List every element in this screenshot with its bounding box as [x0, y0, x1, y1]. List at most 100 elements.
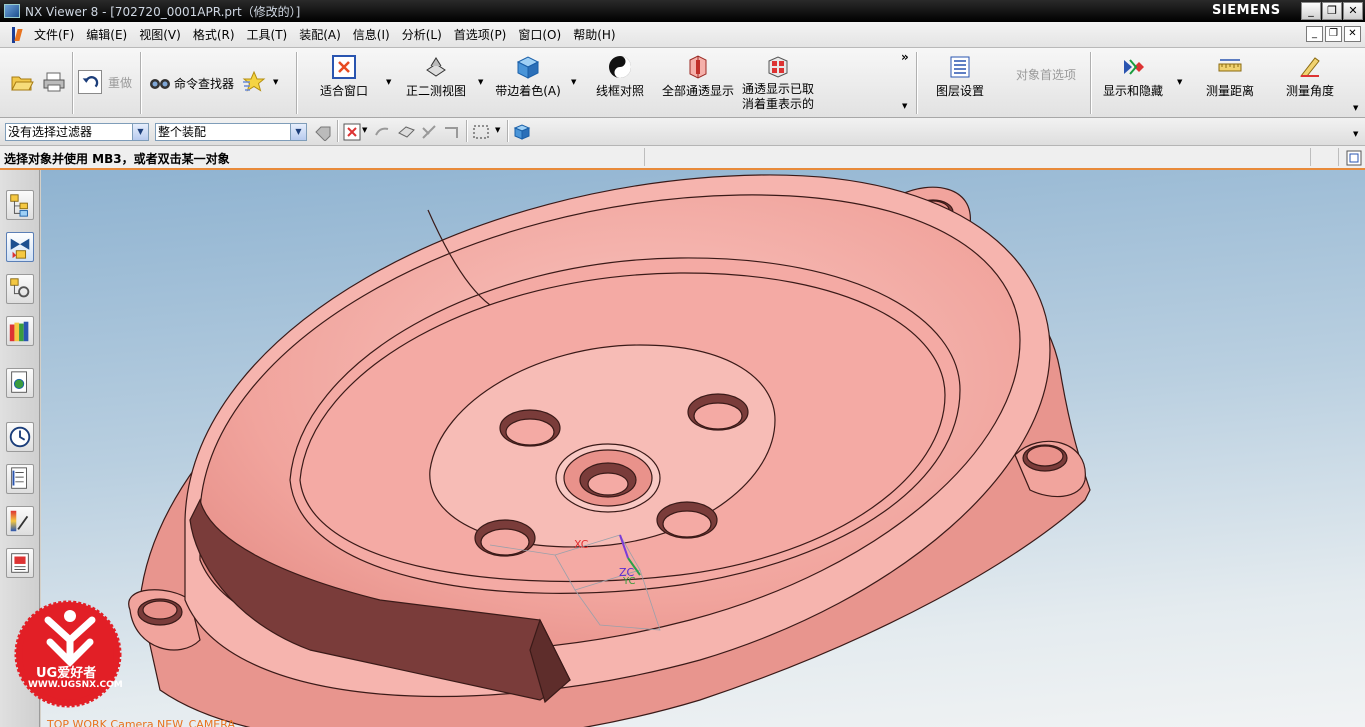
- watermark-text: UG爱好者: [36, 666, 97, 681]
- system-materials-tab[interactable]: [6, 464, 34, 494]
- menu-tools[interactable]: 工具(T): [241, 22, 294, 48]
- roles-tab[interactable]: [6, 548, 34, 578]
- see-thru-deemphasized-icon: [768, 56, 788, 78]
- show-hide-label: 显示和隐藏: [1102, 84, 1163, 98]
- curve-rule-icon[interactable]: [373, 123, 391, 141]
- measure-distance-button[interactable]: 测量距离: [1200, 50, 1260, 114]
- assembly-navigator-icon: [10, 194, 28, 217]
- menu-assembly[interactable]: 装配(A): [293, 22, 347, 48]
- menu-format[interactable]: 格式(R): [187, 22, 241, 48]
- history-tab[interactable]: [6, 422, 34, 452]
- doc-minimize-button[interactable]: _: [1306, 26, 1323, 42]
- undo-icon[interactable]: [78, 70, 102, 94]
- shaded-edges-button[interactable]: 带边着色(A): [492, 50, 564, 114]
- print-icon[interactable]: [42, 70, 66, 94]
- visualization-tab[interactable]: [6, 506, 34, 536]
- command-finder-label[interactable]: 命令查找器: [174, 75, 234, 92]
- menu-info[interactable]: 信息(I): [347, 22, 396, 48]
- siemens-logo: SIEMENS: [1212, 3, 1281, 18]
- menu-bar: 文件(F) 编辑(E) 视图(V) 格式(R) 工具(T) 装配(A) 信息(I…: [0, 22, 1365, 48]
- roles-icon: [11, 553, 29, 573]
- reuse-library-tab[interactable]: [6, 316, 34, 346]
- see-thru-deemphasized-button[interactable]: 通透显示已取 消着重表示的: [740, 50, 816, 114]
- trimetric-button[interactable]: 正二测视图: [402, 50, 470, 114]
- fit-label: 适合窗口: [319, 84, 368, 98]
- stop-at-intersection-icon[interactable]: [443, 123, 461, 141]
- wireframe-label: 线框对照: [595, 84, 644, 98]
- status-bar: 选择对象并使用 MB3，或者双击某一对象: [0, 146, 1365, 170]
- redo-label[interactable]: 重做: [108, 74, 132, 91]
- constraint-navigator-icon: [10, 238, 30, 259]
- part-navigator-tab[interactable]: [6, 274, 34, 304]
- chevron-down-icon[interactable]: ▼: [273, 78, 278, 86]
- show-hide-button[interactable]: 显示和隐藏: [1100, 50, 1166, 114]
- layer-settings-button[interactable]: 图层设置: [930, 50, 990, 114]
- object-preferences-button[interactable]: 对象首选项: [1010, 50, 1082, 114]
- measure-distance-label: 测量距离: [1205, 84, 1254, 98]
- fit-window-icon: [332, 55, 356, 79]
- clock-icon: [9, 426, 31, 448]
- color-ramp-icon: [10, 510, 29, 532]
- window-title: NX Viewer 8 - [702720_0001APR.prt（修改的）]: [25, 4, 301, 19]
- ugsnx-watermark-logo: UG爱好者 WWW.UGSNX.COM: [10, 598, 130, 708]
- selection-filter-dropdown[interactable]: 没有选择过滤器 ▼: [5, 123, 149, 141]
- minimize-button[interactable]: _: [1301, 2, 1321, 20]
- menu-edit[interactable]: 编辑(E): [80, 22, 133, 48]
- doc-restore-button[interactable]: ❐: [1325, 26, 1342, 42]
- csys-y-label: YC: [623, 576, 636, 587]
- part-navigator-icon: [10, 278, 30, 298]
- ruler-icon: [1218, 59, 1242, 72]
- menu-help[interactable]: 帮助(H): [567, 22, 621, 48]
- favorites-star-icon[interactable]: [242, 70, 266, 94]
- layers-icon: [950, 56, 970, 78]
- layer-settings-label: 图层设置: [935, 84, 984, 98]
- fit-button[interactable]: 适合窗口: [316, 50, 372, 114]
- web-page-icon: [11, 371, 27, 393]
- palette-list-icon: [11, 467, 27, 489]
- menu-preferences[interactable]: 首选项(P): [448, 22, 513, 48]
- close-button[interactable]: ✕: [1343, 2, 1363, 20]
- menu-file[interactable]: 文件(F): [28, 22, 80, 48]
- trimetric-view-icon: [426, 57, 446, 77]
- see-thru-label-line1: 通透显示已取: [741, 82, 814, 96]
- status-prompt: 选择对象并使用 MB3，或者双击某一对象: [4, 152, 230, 166]
- see-thru-all-button[interactable]: 全部通透显示: [660, 50, 736, 114]
- menu-window[interactable]: 窗口(O): [512, 22, 567, 48]
- selection-scope-value: 整个装配: [158, 125, 207, 139]
- menu-analysis[interactable]: 分析(L): [396, 22, 448, 48]
- shaded-edges-label: 带边着色(A): [495, 84, 561, 98]
- snap-point-icon[interactable]: [343, 123, 361, 141]
- nx-app-icon: [4, 4, 20, 18]
- csys-x-label: XC: [574, 538, 589, 551]
- view-name-label: TOP WORK Camera NEW_CAMERA: [47, 718, 235, 727]
- rectangle-select-icon[interactable]: [472, 123, 490, 141]
- full-screen-icon[interactable]: [1346, 150, 1362, 166]
- doc-close-button[interactable]: ✕: [1344, 26, 1361, 42]
- wireframe-button[interactable]: 线框对照: [588, 50, 652, 114]
- tangent-icon[interactable]: [420, 123, 438, 141]
- binoculars-icon[interactable]: [148, 70, 172, 94]
- assembly-navigator-tab[interactable]: [6, 190, 34, 220]
- more-tools-icon[interactable]: »: [901, 50, 909, 64]
- general-object-icon[interactable]: [314, 123, 332, 141]
- open-folder-icon[interactable]: [10, 70, 34, 94]
- measure-angle-label: 测量角度: [1285, 84, 1334, 98]
- measure-angle-button[interactable]: 测量角度: [1280, 50, 1340, 114]
- show-hide-icon: [1124, 59, 1144, 75]
- highlight-cube-icon[interactable]: [513, 123, 531, 141]
- graphics-window[interactable]: XC ZC YC TOP WORK Camera NEW_CAMERA: [41, 170, 1365, 727]
- chevron-down-icon: ▼: [132, 124, 148, 140]
- face-rule-icon[interactable]: [397, 123, 415, 141]
- see-thru-all-icon: [689, 55, 707, 79]
- nx-logo-icon: [10, 26, 24, 43]
- wireframe-compare-icon: [609, 56, 631, 78]
- maximize-button[interactable]: ❐: [1322, 2, 1342, 20]
- watermark-url: WWW.UGSNX.COM: [28, 680, 123, 690]
- see-thru-label-line2: 消着重表示的: [741, 97, 814, 111]
- title-bar: NX Viewer 8 - [702720_0001APR.prt（修改的）] …: [0, 0, 1365, 22]
- constraint-navigator-tab[interactable]: [6, 232, 34, 262]
- menu-view[interactable]: 视图(V): [133, 22, 187, 48]
- selection-scope-dropdown[interactable]: 整个装配 ▼: [155, 123, 307, 141]
- web-browser-tab[interactable]: [6, 368, 34, 398]
- trimetric-label: 正二测视图: [405, 84, 466, 98]
